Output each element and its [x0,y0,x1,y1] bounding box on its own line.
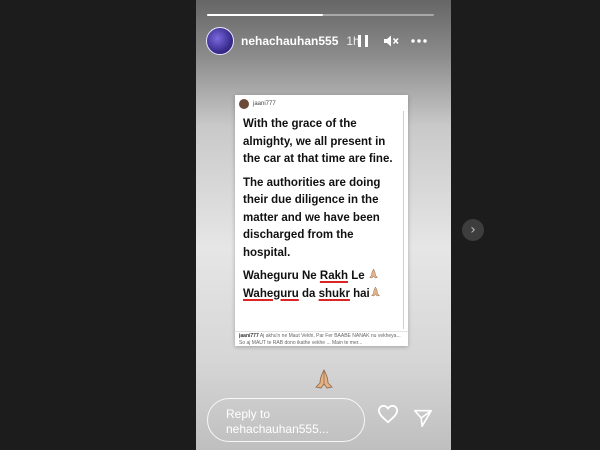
post-text: With the grace of the almighty, we all p… [243,116,401,303]
post-scrollbar [402,111,404,329]
story-progress-bar [207,14,434,16]
shared-post-card[interactable]: jaani777 With the grace of the almighty,… [235,95,408,346]
story-progress-fill [207,14,323,16]
pause-icon[interactable] [355,31,371,51]
avatar[interactable] [206,27,234,55]
story-username[interactable]: nehachauhan555 [241,34,338,48]
post-line-waheguru-rakh: Waheguru Ne Rakh Le [243,268,401,286]
praying-hands-icon [312,368,336,390]
praying-hands-icon [368,268,379,282]
heart-icon[interactable] [377,404,399,424]
post-line-waheguru-shukr: Waheguru da shukr hai [243,285,401,304]
story-header: nehachauhan555 1h [206,26,441,56]
next-story-button[interactable]: › [462,219,484,241]
post-username: jaani777 [253,101,276,107]
post-avatar [239,99,249,109]
send-icon[interactable] [413,408,433,428]
story-viewer[interactable]: nehachauhan555 1h jaani777 With the grac… [196,0,451,450]
chevron-right-icon: › [470,222,476,238]
reply-placeholder: nehachauhan555... [226,422,329,436]
divider [235,331,408,332]
praying-hands-icon [370,285,381,300]
post-line: The authorities are doing their due dili… [243,176,381,259]
post-caption: jaani777 Aj akhu'n ne Maut Vekhi, Par Fe… [239,333,401,346]
shared-post-header: jaani777 [239,99,276,109]
speaker-muted-icon[interactable] [383,31,399,51]
more-options-icon[interactable] [411,31,427,51]
reply-placeholder: Reply to [226,407,271,421]
backdrop-left [0,0,196,450]
reply-input[interactable]: Reply to nehachauhan555... [207,398,365,442]
post-line: With the grace of the almighty, we all p… [243,118,393,165]
